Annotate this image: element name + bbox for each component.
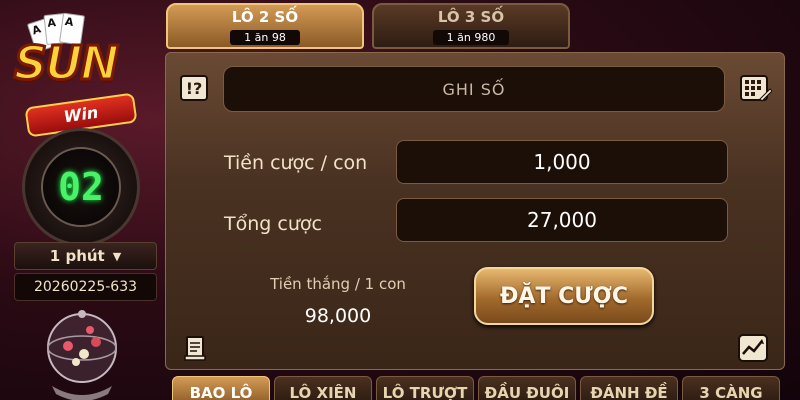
place-bet-button[interactable]: ĐẶT CƯỢC <box>474 267 654 325</box>
period-selector[interactable]: 1 phút ▼ <box>14 242 157 270</box>
lottery-globe-icon <box>47 310 117 400</box>
win-per-unit-label: Tiền thắng / 1 con <box>270 275 406 293</box>
logo-brand-top: SUN <box>13 35 121 92</box>
bet-type-tabs: BAO LÔ LÔ XIÊN LÔ TRƯỢT ĐẦU ĐUÔI ĐÁNH ĐỀ… <box>172 376 784 400</box>
keypad-icon[interactable] <box>740 75 772 103</box>
tab-label: BAO LÔ <box>189 384 253 400</box>
bet-panel: !? GHI SỐ Tiền cược / con 1,000 Tổng cượ… <box>165 52 785 370</box>
countdown-display: 02 <box>41 147 121 227</box>
bet-per-unit-label: Tiền cược / con <box>224 152 368 174</box>
total-bet-label: Tổng cược <box>224 213 322 235</box>
place-bet-label: ĐẶT CƯỢC <box>499 283 628 309</box>
tab-lo-xien[interactable]: LÔ XIÊN <box>274 376 372 400</box>
total-bet-field: 27,000 <box>396 198 728 242</box>
tab-lo-truot[interactable]: LÔ TRƯỢT <box>376 376 474 400</box>
tab-label: 3 CÀNG <box>699 384 763 400</box>
tab-label: ĐẦU ĐUÔI <box>484 384 570 400</box>
note-icon[interactable] <box>184 335 208 361</box>
tab-label: LÔ TRƯỢT <box>382 384 468 400</box>
win-per-unit-value: 98,000 <box>304 305 372 327</box>
tab-bao-lo[interactable]: BAO LÔ <box>172 376 270 400</box>
tab-label: LÔ 3 SỐ <box>437 7 505 26</box>
number-input-placeholder: GHI SỐ <box>442 79 506 99</box>
tab-lo-3-so[interactable]: LÔ 3 SỐ 1 ăn 980 <box>372 3 570 49</box>
tab-label: ĐÁNH ĐỀ <box>590 384 668 400</box>
tab-3-cang[interactable]: 3 CÀNG <box>682 376 780 400</box>
sunwin-logo: A A A SUN Win <box>6 8 156 143</box>
number-input-field[interactable]: GHI SỐ <box>223 66 725 112</box>
session-id: 20260225-633 <box>14 273 157 301</box>
period-label: 1 phút <box>49 247 105 265</box>
tab-danh-de[interactable]: ĐÁNH ĐỀ <box>580 376 678 400</box>
countdown-digits: 02 <box>58 165 104 209</box>
tab-odds: 1 ăn 98 <box>230 29 300 45</box>
session-id-text: 20260225-633 <box>33 279 138 295</box>
bet-per-unit-value: 1,000 <box>533 150 591 174</box>
tab-dau-duoi[interactable]: ĐẦU ĐUÔI <box>478 376 576 400</box>
tab-label: LÔ 2 SỐ <box>231 7 299 26</box>
bet-per-unit-field[interactable]: 1,000 <box>396 140 728 184</box>
tab-label: LÔ XIÊN <box>289 384 357 400</box>
countdown-timer: 02 <box>22 128 140 246</box>
chevron-down-icon: ▼ <box>112 249 122 263</box>
tab-lo-2-so[interactable]: LÔ 2 SỐ 1 ăn 98 <box>166 3 364 49</box>
help-icon[interactable]: !? <box>180 75 208 101</box>
total-bet-value: 27,000 <box>527 208 597 232</box>
chart-icon[interactable] <box>738 334 768 362</box>
tab-odds: 1 ăn 980 <box>432 29 510 45</box>
